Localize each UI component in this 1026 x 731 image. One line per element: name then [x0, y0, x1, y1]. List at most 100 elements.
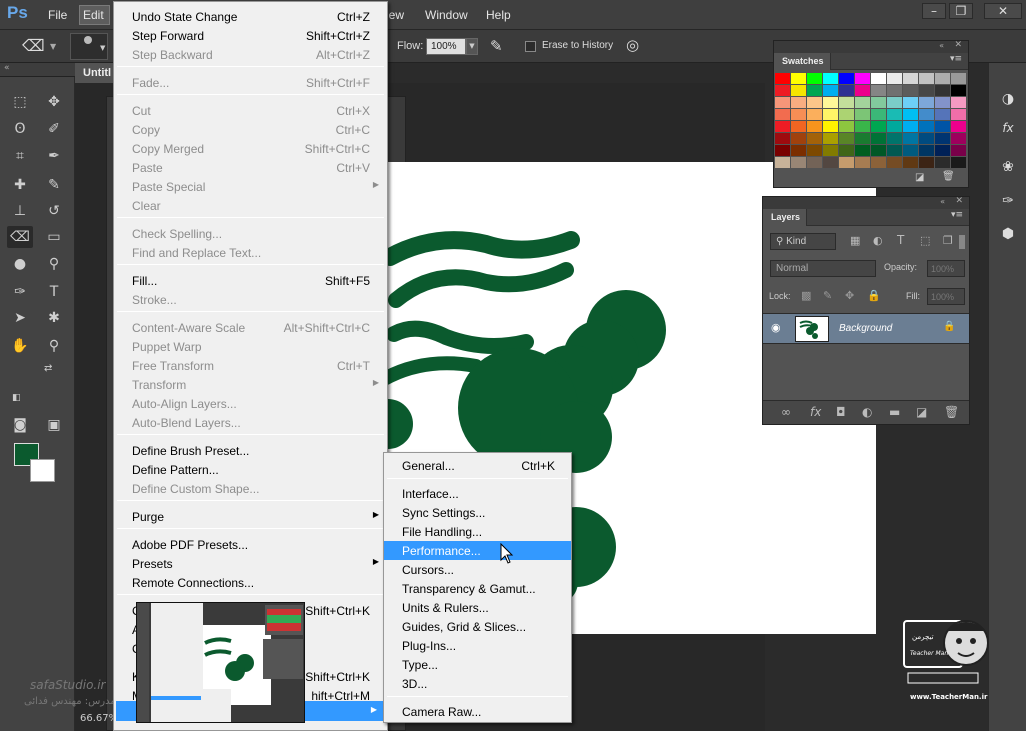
- color-swatch[interactable]: [823, 73, 838, 84]
- pressure-opacity-icon[interactable]: ◎: [626, 36, 639, 54]
- move-tool-icon[interactable]: ✥: [41, 91, 67, 113]
- preferences-submenu-item[interactable]: Camera Raw...: [384, 702, 571, 721]
- menu-help[interactable]: Help: [486, 8, 511, 22]
- color-swatch[interactable]: [839, 73, 854, 84]
- color-swatch[interactable]: [791, 145, 806, 156]
- channels-icon[interactable]: ❀: [998, 159, 1018, 179]
- color-swatch[interactable]: [951, 97, 966, 108]
- filter-adjustment-icon[interactable]: ◐: [873, 234, 883, 247]
- color-swatch[interactable]: [791, 121, 806, 132]
- brush-preset-picker[interactable]: 125 ▼: [70, 33, 165, 60]
- color-swatch[interactable]: [823, 133, 838, 144]
- swap-colors-icon[interactable]: ⇄: [44, 363, 52, 374]
- edit-menu-item[interactable]: Define Custom Shape...: [114, 479, 387, 498]
- color-swatch[interactable]: [807, 85, 822, 96]
- eraser-tool-preset-icon[interactable]: ⌫: [22, 36, 45, 55]
- color-swatch[interactable]: [903, 145, 918, 156]
- color-swatch[interactable]: [791, 157, 806, 168]
- edit-menu-item[interactable]: Cut Ctrl+X: [114, 101, 387, 120]
- preferences-submenu-item[interactable]: General... Ctrl+K: [384, 456, 571, 475]
- color-swatch[interactable]: [935, 85, 950, 96]
- preferences-submenu-item[interactable]: Guides, Grid & Slices...: [384, 617, 571, 636]
- collapse-icon[interactable]: «: [940, 197, 945, 206]
- blur-tool-icon[interactable]: ●: [7, 253, 33, 275]
- preferences-submenu-item[interactable]: File Handling...: [384, 522, 571, 541]
- lock-transparent-icon[interactable]: ▩: [801, 289, 811, 302]
- styles-fx-icon[interactable]: fx: [998, 121, 1018, 141]
- color-swatch[interactable]: [855, 157, 870, 168]
- adjustments-icon[interactable]: ◑: [998, 91, 1018, 111]
- color-swatch[interactable]: [871, 121, 886, 132]
- color-swatch[interactable]: [919, 73, 934, 84]
- delete-swatch-icon[interactable]: 🗑: [942, 171, 955, 182]
- color-swatch[interactable]: [839, 85, 854, 96]
- filter-pixel-icon[interactable]: ▦: [850, 234, 860, 247]
- panel-menu-icon[interactable]: ▾≡: [950, 54, 962, 64]
- color-swatch[interactable]: [935, 157, 950, 168]
- history-brush-tool-icon[interactable]: ↺: [41, 200, 67, 222]
- edit-menu-item[interactable]: Presets ▶: [114, 554, 387, 573]
- flow-input[interactable]: 100%: [426, 38, 466, 55]
- color-swatch[interactable]: [887, 85, 902, 96]
- preferences-submenu-item[interactable]: 3D...: [384, 674, 571, 693]
- visibility-eye-icon[interactable]: ◉: [771, 321, 781, 334]
- color-swatch[interactable]: [855, 145, 870, 156]
- edit-menu-item[interactable]: Step Backward Alt+Ctrl+Z: [114, 45, 387, 64]
- layers-tab[interactable]: Layers: [763, 209, 808, 226]
- color-swatch[interactable]: [839, 121, 854, 132]
- color-swatch[interactable]: [871, 133, 886, 144]
- filter-toggle[interactable]: [959, 235, 965, 249]
- delete-layer-icon[interactable]: 🗑: [944, 405, 959, 419]
- paths-icon[interactable]: ✑: [998, 193, 1018, 213]
- edit-menu-item[interactable]: Fade... Shift+Ctrl+F: [114, 73, 387, 92]
- filter-shape-icon[interactable]: ⬚: [920, 234, 930, 247]
- airbrush-icon[interactable]: ✎: [490, 37, 503, 55]
- color-swatch[interactable]: [855, 121, 870, 132]
- edit-menu-item[interactable]: Purge ▶: [114, 507, 387, 526]
- background-color-swatch[interactable]: [30, 459, 55, 482]
- edit-menu-item[interactable]: Transform ▶: [114, 375, 387, 394]
- color-swatch[interactable]: [919, 109, 934, 120]
- opacity-input[interactable]: 100%: [927, 260, 965, 277]
- dodge-tool-icon[interactable]: ⚲: [41, 253, 67, 275]
- color-swatch[interactable]: [887, 73, 902, 84]
- quick-selection-tool-icon[interactable]: ✐: [41, 118, 67, 140]
- color-swatch[interactable]: [855, 85, 870, 96]
- add-mask-icon[interactable]: ◘: [836, 405, 846, 419]
- color-swatch[interactable]: [919, 133, 934, 144]
- edit-menu-item[interactable]: Adobe PDF Presets...: [114, 535, 387, 554]
- color-swatch[interactable]: [919, 97, 934, 108]
- color-swatch[interactable]: [951, 85, 966, 96]
- color-swatch[interactable]: [935, 133, 950, 144]
- color-swatch[interactable]: [839, 97, 854, 108]
- swatches-tab[interactable]: Swatches: [774, 53, 831, 70]
- edit-menu-item[interactable]: Copy Merged Shift+Ctrl+C: [114, 139, 387, 158]
- menu-view[interactable]: iew: [386, 8, 404, 22]
- color-swatch[interactable]: [871, 109, 886, 120]
- color-swatch[interactable]: [823, 109, 838, 120]
- hand-tool-icon[interactable]: ✋: [7, 335, 33, 357]
- preferences-submenu-item[interactable]: Sync Settings...: [384, 503, 571, 522]
- color-swatch[interactable]: [919, 157, 934, 168]
- clone-stamp-tool-icon[interactable]: ⊥: [7, 200, 33, 222]
- edit-menu-item[interactable]: Auto-Align Layers...: [114, 394, 387, 413]
- layer-style-fx-icon[interactable]: fx: [810, 405, 821, 419]
- flow-dropdown-icon[interactable]: ▼: [466, 38, 478, 55]
- 3d-icon[interactable]: ⬢: [998, 226, 1018, 246]
- color-swatch[interactable]: [791, 73, 806, 84]
- color-swatch[interactable]: [887, 121, 902, 132]
- color-swatch[interactable]: [791, 133, 806, 144]
- marquee-tool-icon[interactable]: ⬚: [7, 91, 33, 113]
- color-swatch[interactable]: [919, 85, 934, 96]
- color-swatch[interactable]: [871, 97, 886, 108]
- brush-tool-icon[interactable]: ✎: [41, 174, 67, 196]
- edit-menu-item[interactable]: Step Forward Shift+Ctrl+Z: [114, 26, 387, 45]
- color-swatch[interactable]: [823, 85, 838, 96]
- color-swatch[interactable]: [791, 109, 806, 120]
- edit-menu-item[interactable]: Define Brush Preset...: [114, 441, 387, 460]
- type-tool-icon[interactable]: T: [41, 281, 67, 303]
- edit-menu-item[interactable]: Stroke...: [114, 290, 387, 309]
- zoom-tool-icon[interactable]: ⚲: [41, 335, 67, 357]
- color-swatch[interactable]: [823, 121, 838, 132]
- new-layer-icon[interactable]: ◪: [916, 405, 927, 419]
